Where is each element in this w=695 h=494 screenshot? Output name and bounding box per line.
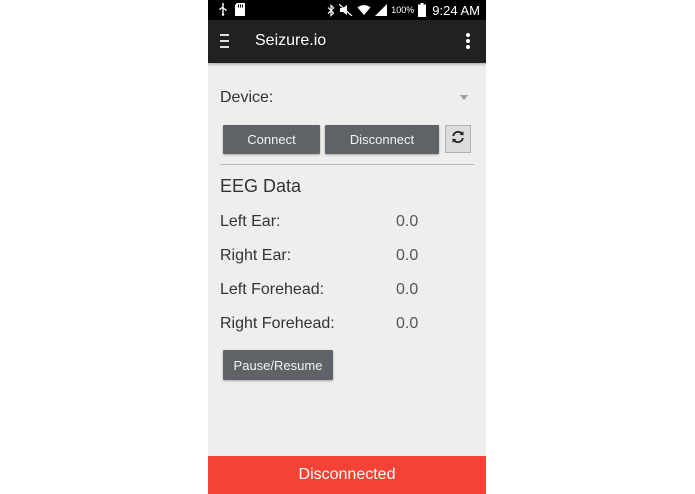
app-title: Seizure.io [255, 32, 327, 49]
left-ear-value: 0.0 [396, 213, 419, 230]
wifi-icon [357, 4, 371, 16]
status-bar: 100% 9:24 AM [208, 0, 486, 20]
left-forehead-label: Left Forehead: [220, 281, 325, 298]
battery-percentage: 100% [391, 5, 415, 15]
refresh-icon [451, 130, 465, 149]
eeg-heading: EEG Data [220, 176, 302, 196]
menu-icon[interactable] [220, 33, 234, 49]
refresh-button[interactable] [445, 125, 471, 153]
connect-button[interactable]: Connect [223, 125, 320, 154]
right-forehead-label: Right Forehead: [220, 315, 335, 332]
right-ear-label: Right Ear: [220, 247, 292, 264]
dropdown-arrow-icon[interactable] [460, 95, 468, 100]
overflow-menu-icon[interactable] [464, 33, 472, 49]
app-bar: Seizure.io [208, 20, 486, 63]
battery-icon [418, 3, 427, 17]
status-right-icons: 100% 9:24 AM [327, 2, 480, 18]
status-time: 9:24 AM [432, 2, 480, 18]
device-label: Device: [220, 89, 274, 106]
disconnect-button[interactable]: Disconnect [325, 125, 439, 154]
pause-resume-button[interactable]: Pause/Resume [223, 350, 333, 380]
left-forehead-value: 0.0 [396, 281, 419, 298]
divider [220, 164, 474, 165]
right-forehead-value: 0.0 [396, 315, 419, 332]
left-ear-label: Left Ear: [220, 213, 281, 230]
status-left-icons [218, 3, 245, 16]
signal-icon [375, 4, 388, 16]
phone-screen: 100% 9:24 AM Seizure.io Device: Connect … [208, 0, 486, 494]
right-ear-value: 0.0 [396, 247, 419, 264]
connection-status-bar: Disconnected [208, 456, 486, 494]
bluetooth-icon [327, 3, 335, 17]
mute-icon [339, 4, 353, 16]
sd-card-icon [235, 3, 245, 16]
usb-icon [218, 3, 228, 16]
